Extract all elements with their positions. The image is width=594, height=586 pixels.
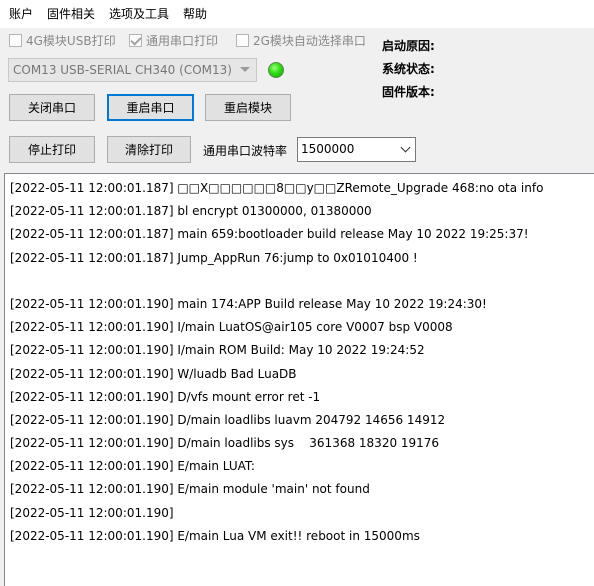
log-line: [2022-05-11 12:00:01.190] D/vfs mount er…	[10, 389, 321, 404]
firmware-version-label: 固件版本:	[382, 85, 435, 99]
checkbox-2g-auto-port[interactable]: 2G模块自动选择串口	[236, 33, 366, 48]
log-line: [2022-05-11 12:00:01.190] I/main LuatOS@…	[10, 320, 453, 335]
log-line: [2022-05-11 12:00:01.190] D/main loadlib…	[10, 436, 440, 451]
checkbox-serial-print[interactable]: 通用串口打印	[129, 33, 219, 48]
boot-reason-label: 启动原因:	[382, 39, 435, 53]
log-line: [2022-05-11 12:00:01.190] E/main Lua VM …	[10, 528, 420, 543]
log-line: [2022-05-11 12:00:01.190] E/main LUAT:	[10, 459, 255, 474]
checkbox-4g-usb-print[interactable]: 4G模块USB打印	[9, 33, 116, 48]
chevron-down-icon	[400, 142, 411, 153]
log-line: [2022-05-11 12:00:01.190] main 174:APP B…	[10, 296, 487, 311]
close-port-button[interactable]: 关闭串口	[9, 94, 95, 121]
log-line: [2022-05-11 12:00:01.187] bl encrypt 013…	[10, 204, 372, 219]
checkbox-4g-usb-print-box[interactable]	[9, 33, 22, 47]
log-line: [2022-05-11 12:00:01.190] D/main loadlib…	[10, 412, 446, 427]
log-line: [2022-05-11 12:00:01.190] E/main module …	[10, 482, 370, 497]
baud-rate-value: 1500000	[301, 142, 355, 156]
menu-help[interactable]: 帮助	[183, 7, 207, 21]
menu-firmware[interactable]: 固件相关	[47, 7, 95, 21]
baud-rate-select[interactable]: 1500000	[297, 137, 416, 162]
baud-rate-label: 通用串口波特率	[203, 144, 288, 158]
menu-account[interactable]: 账户	[9, 7, 33, 21]
clear-print-button[interactable]: 清除打印	[107, 136, 191, 163]
log-output[interactable]: [2022-05-11 12:00:01.187] □□X□□□□□□8□□y□…	[4, 173, 594, 586]
checkbox-2g-auto-port-box[interactable]	[236, 33, 249, 47]
log-line: [2022-05-11 12:00:01.187] Jump_AppRun 76…	[10, 250, 418, 265]
stop-print-button[interactable]: 停止打印	[9, 136, 95, 163]
menu-bar: 账户 固件相关 选项及工具 帮助	[0, 0, 594, 28]
serial-port-select-value: COM13 USB-SERIAL CH340 (COM13)	[13, 63, 232, 77]
checkbox-4g-usb-print-label: 4G模块USB打印	[26, 33, 116, 48]
checkbox-serial-print-box[interactable]	[129, 33, 142, 47]
checkbox-2g-auto-port-label: 2G模块自动选择串口	[253, 33, 366, 48]
restart-port-button[interactable]: 重启串口	[107, 94, 194, 121]
checkbox-serial-print-label: 通用串口打印	[146, 33, 219, 48]
log-line: [2022-05-11 12:00:01.190]	[10, 505, 174, 520]
log-line: [2022-05-11 12:00:01.187] main 659:bootl…	[10, 227, 529, 242]
chevron-down-icon	[240, 67, 250, 72]
log-line: [2022-05-11 12:00:01.190] I/main ROM Bui…	[10, 343, 425, 358]
restart-module-button[interactable]: 重启模块	[205, 94, 291, 121]
menu-options-tools[interactable]: 选项及工具	[109, 7, 169, 21]
system-status-label: 系统状态:	[382, 62, 435, 76]
connection-status-led	[268, 62, 284, 78]
log-line: [2022-05-11 12:00:01.187] □□X□□□□□□8□□y□…	[10, 181, 544, 195]
serial-port-select[interactable]: COM13 USB-SERIAL CH340 (COM13)	[8, 58, 257, 82]
log-line: [2022-05-11 12:00:01.190] W/luadb Bad Lu…	[10, 366, 297, 381]
